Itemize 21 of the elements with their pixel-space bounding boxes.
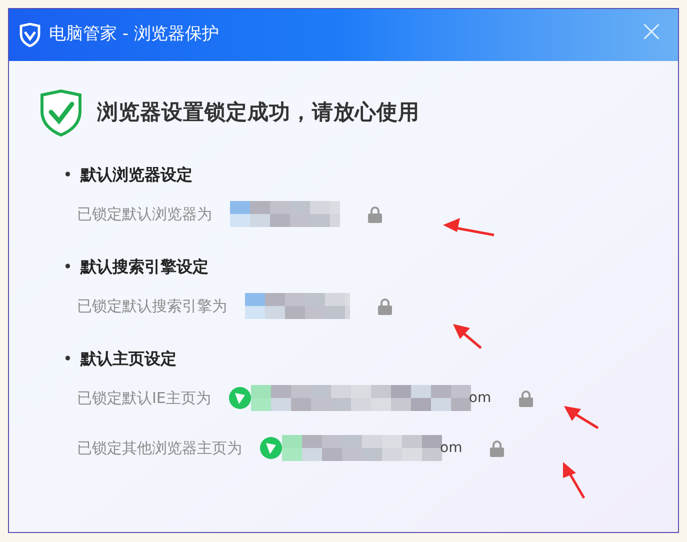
- arrow-drawing: [563, 462, 586, 499]
- shield-icon: [19, 23, 41, 47]
- section-heading: 默认主页设定: [80, 348, 176, 370]
- arrow-drawing: [564, 406, 599, 430]
- setting-label: 已锁定默认浏览器为: [77, 204, 212, 225]
- section-heading: 默认搜索引擎设定: [80, 256, 208, 278]
- shield-check-icon: [39, 89, 83, 137]
- window-title: 电脑管家 - 浏览器保护: [49, 23, 219, 46]
- arrow-drawing: [453, 324, 482, 349]
- url-ending: om: [468, 388, 492, 408]
- arrow-drawing: [443, 218, 494, 236]
- setting-label: 已锁定默认搜索引擎为: [77, 296, 227, 317]
- bullet: •: [63, 348, 72, 370]
- section-heading: 默认浏览器设定: [80, 164, 192, 186]
- setting-label: 已锁定其他浏览器主页为: [77, 438, 242, 459]
- setting-label: 已锁定默认IE主页为: [77, 388, 211, 409]
- bullet: •: [63, 256, 72, 278]
- bullet: •: [63, 164, 72, 186]
- success-heading: 浏览器设置锁定成功，请放心使用: [97, 99, 420, 126]
- url-ending: om: [440, 438, 462, 458]
- close-button[interactable]: ×: [638, 17, 664, 47]
